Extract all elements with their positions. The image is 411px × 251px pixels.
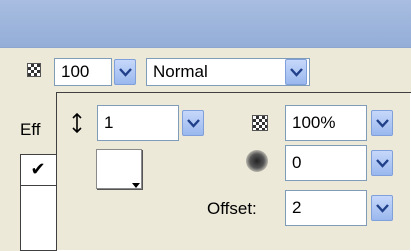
distance-value: 1 (104, 113, 114, 132)
blur-value: 0 (292, 153, 302, 172)
chevron-down-icon (186, 118, 200, 128)
shadow-color-picker[interactable] (96, 149, 142, 189)
checker-icon (27, 63, 41, 77)
blur-dropdown-button[interactable] (371, 150, 393, 176)
shadow-opacity-dropdown-button[interactable] (371, 110, 393, 136)
chevron-down-icon (118, 67, 132, 77)
vertical-arrows-icon (70, 112, 84, 134)
small-arrow-down-icon (132, 183, 140, 188)
opacity-dropdown-button[interactable] (114, 59, 136, 85)
blur-icon (246, 150, 268, 172)
distance-input[interactable]: 1 (97, 105, 179, 141)
opacity-input[interactable]: 100 (54, 58, 112, 86)
effects-tab-label[interactable]: Eff (20, 120, 40, 140)
offset-value: 2 (292, 198, 302, 217)
blur-input[interactable]: 0 (285, 145, 367, 181)
checkmark-icon: ✔ (30, 159, 46, 179)
shadow-opacity-value: 100% (292, 113, 336, 132)
opacity-value: 100 (61, 62, 90, 81)
chevron-down-icon (375, 203, 389, 213)
offset-label: Offset: (207, 199, 257, 218)
title-bar (0, 0, 411, 48)
blend-mode-dropdown-button[interactable] (285, 59, 307, 85)
shadow-opacity-icon (252, 115, 268, 131)
offset-dropdown-button[interactable] (371, 195, 393, 221)
chevron-down-icon (375, 158, 389, 168)
offset-input[interactable]: 2 (285, 190, 367, 226)
chevron-down-icon (375, 118, 389, 128)
shadow-opacity-input[interactable]: 100% (285, 105, 367, 141)
blend-mode-value: Normal (153, 62, 208, 81)
effect-enabled-checkbox[interactable]: ✔ (20, 154, 56, 186)
distance-dropdown-button[interactable] (182, 110, 204, 136)
chevron-down-icon (289, 67, 303, 77)
